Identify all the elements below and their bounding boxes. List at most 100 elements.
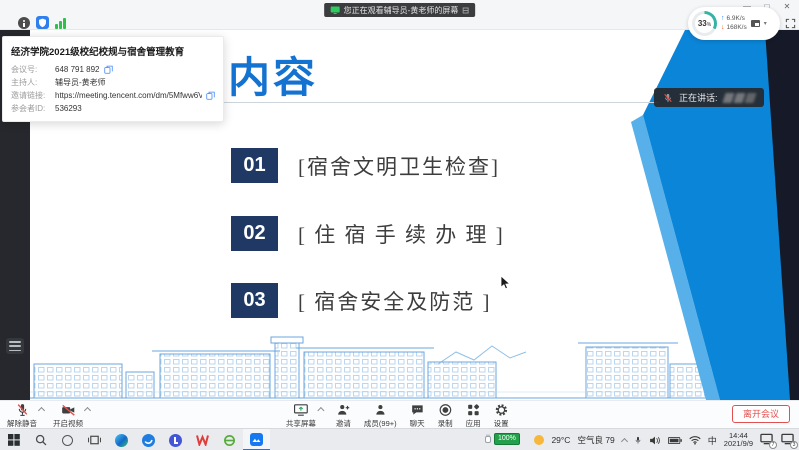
battery-plug-icon [484, 434, 492, 445]
share-screen-icon [293, 403, 308, 417]
task-view-button[interactable] [81, 429, 108, 450]
tray-badge-count: 3 [790, 441, 798, 449]
meeting-status-icons [18, 16, 66, 29]
performance-widget[interactable]: 33% ↑6.9K/s ↓168K/s ▾ [688, 7, 780, 40]
muted-mic-icon [663, 92, 673, 104]
tray-notification-1[interactable]: 7 [760, 433, 774, 447]
battery-percent-badge: 100% [494, 433, 520, 445]
item-text: [ 住 宿 手 续 办 理 ] [298, 219, 505, 249]
meeting-toolbar: 解除静音 开启视频 [0, 400, 799, 428]
item-text: [ 宿舍安全及防范 ] [298, 286, 492, 316]
network-signal-icon[interactable] [55, 17, 66, 29]
taskbar-app-ie[interactable] [216, 429, 243, 450]
copy-icon[interactable] [104, 65, 113, 74]
tray-battery-icon[interactable] [668, 436, 682, 445]
share-screen-button[interactable]: 共享屏幕 [286, 403, 316, 429]
speaker-name-blurred [724, 93, 755, 103]
watching-banner-text: 您正在观看辅导员-黄老师的屏幕 [344, 5, 459, 16]
start-video-button[interactable]: 开启视频 [53, 403, 83, 429]
taskbar-app-browser[interactable] [135, 429, 162, 450]
taskbar-search-button[interactable] [27, 429, 54, 450]
item-number-badge: 02 [231, 216, 278, 251]
meeting-info-icon[interactable] [18, 17, 30, 29]
camera-off-icon [61, 403, 76, 417]
item-text: [宿舍文明卫生检查] [298, 151, 500, 181]
windows-taskbar: 100% 29°C 空气良 79 [0, 428, 799, 450]
members-icon [373, 403, 387, 417]
video-options-icon[interactable] [84, 407, 91, 414]
weather-sun-icon [534, 435, 544, 445]
cpu-percent: 33 [698, 19, 707, 28]
copy-icon[interactable] [206, 91, 215, 100]
share-options-icon[interactable] [317, 407, 324, 414]
battery-software-widget[interactable]: 100% [484, 433, 520, 445]
participant-id-label: 参会者ID: [11, 102, 55, 115]
chat-button[interactable]: 聊天 [410, 403, 425, 429]
host-value: 辅导员-黄老师 [55, 76, 106, 89]
unmute-button[interactable]: 解除静音 [7, 403, 37, 429]
leave-meeting-button[interactable]: 离开会议 [732, 405, 790, 423]
tray-network-icon[interactable] [689, 435, 701, 445]
cortana-icon [62, 435, 73, 446]
taskbar-app-tencent-meeting[interactable] [243, 429, 270, 450]
speaking-label: 正在讲话: [679, 91, 718, 104]
fullscreen-icon[interactable] [785, 18, 796, 29]
windows-logo-icon [8, 434, 20, 446]
tray-mic-icon[interactable] [634, 435, 642, 446]
download-speed: 168K/s [727, 24, 747, 32]
ime-indicator[interactable]: 中 [708, 434, 717, 447]
tencent-meeting-window: 您正在观看辅导员-黄老师的屏幕 — □ ✕ 33% ↑6.9K/s ↓168K/… [0, 0, 799, 450]
screen-share-status-icon [330, 6, 340, 14]
meeting-id-value: 648 791 892 [55, 63, 100, 76]
perf-dropdown-icon[interactable]: ▾ [764, 20, 767, 27]
record-button[interactable]: 录制 [438, 403, 453, 429]
banner-pin-icon[interactable] [462, 7, 469, 14]
upload-speed: 6.9K/s [727, 15, 745, 23]
show-hidden-icons[interactable] [621, 437, 628, 444]
wps-office-icon [196, 434, 209, 446]
meeting-info-popup: 经济学院2021级校纪校规与宿舍管理教育 会议号: 648 791 892 主持… [2, 36, 224, 122]
tray-notification-2[interactable]: 3 [781, 433, 795, 447]
network-speeds: ↑6.9K/s ↓168K/s [721, 15, 747, 32]
clock-date: 2021/9/9 [724, 439, 753, 448]
slide-item-1: 01 [宿舍文明卫生检查] [231, 148, 500, 183]
thumbnail-list-icon[interactable] [6, 338, 24, 354]
cortana-button[interactable] [54, 429, 81, 450]
record-icon [438, 403, 452, 417]
cpu-usage-ring: 33% [692, 11, 717, 36]
mouse-cursor [500, 275, 511, 290]
ie-browser-icon [223, 434, 236, 447]
item-number-badge: 03 [231, 283, 278, 318]
members-button[interactable]: 成员(99+) [364, 403, 397, 429]
taskbar-clock[interactable]: 14:44 2021/9/9 [724, 432, 753, 449]
mini-window-icon[interactable] [751, 20, 760, 27]
settings-button[interactable]: 设置 [494, 403, 509, 429]
taskbar-app-wps[interactable] [189, 429, 216, 450]
apps-button[interactable]: 应用 [466, 403, 481, 429]
slide-title: 内容 [228, 44, 318, 105]
invite-button[interactable]: 邀请 [336, 403, 351, 429]
mic-options-icon[interactable] [38, 407, 45, 414]
download-arrow-icon: ↓ [721, 24, 725, 32]
taskbar-app-l[interactable] [162, 429, 189, 450]
watching-banner[interactable]: 您正在观看辅导员-黄老师的屏幕 [324, 3, 476, 17]
meeting-id-label: 会议号: [11, 63, 55, 76]
invite-link-label: 邀请链接: [11, 89, 55, 102]
host-label: 主持人: [11, 76, 55, 89]
invite-icon [336, 403, 350, 417]
slide-decoration-shapes [629, 30, 799, 400]
tray-volume-icon[interactable] [649, 435, 661, 446]
weather-temp[interactable]: 29°C [551, 435, 570, 445]
task-view-icon [88, 434, 101, 446]
slide-item-3: 03 [ 宿舍安全及防范 ] [231, 283, 492, 318]
tencent-meeting-icon [250, 433, 263, 446]
start-button[interactable] [0, 429, 27, 450]
invite-link-value[interactable]: https://meeting.tencent.com/dm/5Mfww6VuO… [55, 89, 202, 102]
weather-air-quality[interactable]: 空气良 79 [577, 434, 614, 446]
now-speaking-pill: 正在讲话: [654, 88, 764, 107]
taskbar-app-edge[interactable] [108, 429, 135, 450]
meeting-security-icon[interactable] [36, 16, 49, 29]
meeting-topbar: 您正在观看辅导员-黄老师的屏幕 — □ ✕ 33% ↑6.9K/s ↓168K/… [0, 0, 799, 30]
participant-id-value: 536293 [55, 102, 82, 115]
close-button[interactable]: ✕ [777, 0, 797, 13]
